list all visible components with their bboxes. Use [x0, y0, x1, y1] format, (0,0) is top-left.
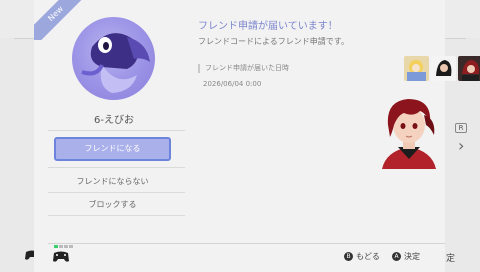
- friend-request-dialog: New 6-えびお フレンドになる フレンドにならない ブロックする フレンド申…: [34, 0, 480, 272]
- footer-divider: [48, 243, 445, 244]
- a-button-icon: A: [392, 252, 401, 261]
- sent-date-value: 2026/06/04 0:00: [203, 80, 262, 88]
- back-hint[interactable]: B もどる: [344, 251, 380, 262]
- request-details: フレンド申請が届いています！ フレンドコードによるフレンド申請です。 フレンド申…: [198, 0, 480, 230]
- back-label: もどる: [356, 252, 380, 261]
- section-divider: [48, 215, 185, 216]
- game-thumbnail: [431, 56, 456, 81]
- game-thumbnail: [458, 56, 480, 81]
- new-ribbon-container: New: [34, 0, 84, 40]
- request-title: フレンド申請が届いています！: [198, 21, 338, 32]
- confirm-hint[interactable]: A 決定: [392, 251, 420, 262]
- character-art: [382, 99, 436, 169]
- background-peek-label: 定: [446, 254, 456, 264]
- avatar: [72, 17, 155, 100]
- squid-character-icon: [81, 33, 150, 93]
- chevron-right-icon[interactable]: ›: [458, 136, 464, 155]
- decline-friend-button[interactable]: フレンドにならない: [54, 176, 171, 187]
- section-divider: [48, 167, 185, 168]
- b-button-icon: B: [344, 252, 353, 261]
- game-thumbnail: [404, 56, 429, 81]
- section-divider: [48, 192, 185, 193]
- section-divider: [48, 130, 185, 131]
- sent-date-label: フレンド申請が届いた日時: [198, 64, 289, 73]
- r-button-icon: R: [455, 123, 467, 133]
- request-subtitle: フレンドコードによるフレンド申請です。: [198, 37, 349, 46]
- block-user-button[interactable]: ブロックする: [54, 199, 171, 210]
- become-friends-button[interactable]: フレンドになる: [54, 137, 171, 161]
- controller-icon: [53, 251, 69, 262]
- user-name: 6-えびお: [94, 115, 134, 126]
- confirm-label: 決定: [404, 252, 420, 261]
- new-badge: New: [34, 0, 84, 40]
